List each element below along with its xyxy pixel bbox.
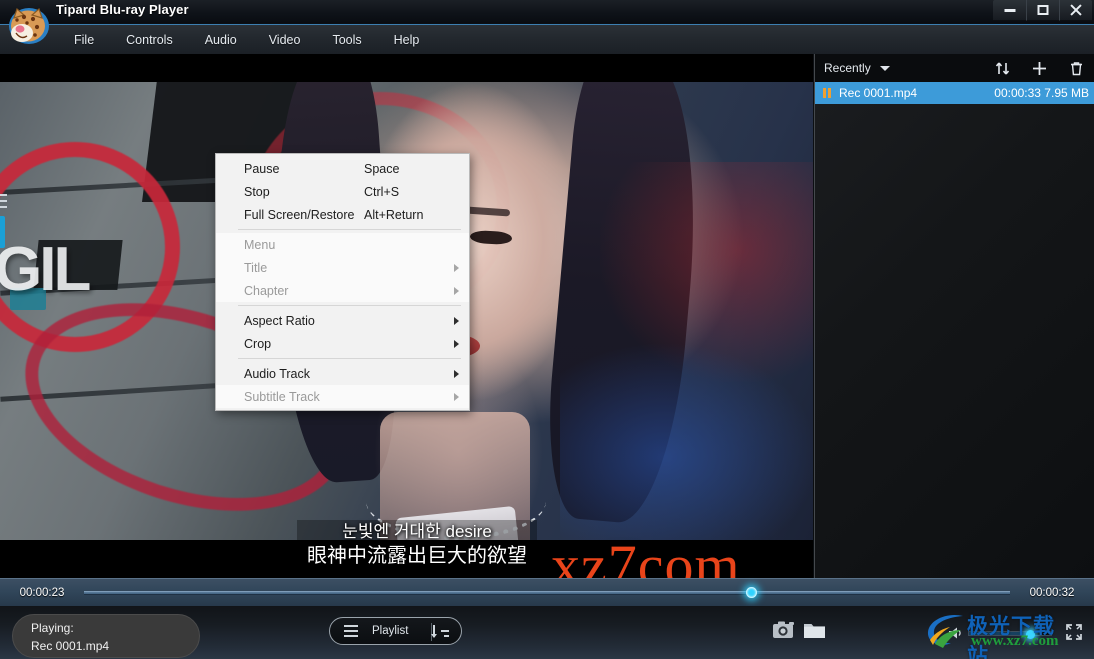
- volume-slider-handle[interactable]: [1025, 630, 1035, 639]
- minimize-icon: [1004, 9, 1015, 12]
- divider: [431, 623, 432, 641]
- expand-icon: [1066, 624, 1082, 640]
- close-button[interactable]: [1059, 0, 1092, 21]
- playlist-row-meta: 00:00:33 7.95 MB: [994, 86, 1089, 100]
- speaker-icon[interactable]: [947, 626, 965, 640]
- maximize-button[interactable]: [1026, 0, 1059, 21]
- chevron-down-icon[interactable]: [879, 65, 890, 71]
- playlist-rows: Rec 0001.mp4 00:00:33 7.95 MB: [815, 82, 1094, 578]
- volume-control[interactable]: [947, 626, 1057, 640]
- context-menu-item-subtitle-track: Subtitle Track: [216, 385, 469, 408]
- context-menu-item-label: Full Screen/Restore: [244, 207, 355, 222]
- seek-slider[interactable]: [84, 579, 1010, 607]
- submenu-arrow-icon: [454, 316, 459, 325]
- context-menu-item-menu: Menu: [216, 233, 469, 256]
- context-menu-item-label: Title: [244, 260, 268, 275]
- list-icon: [344, 625, 358, 637]
- leopard-logo-icon: [9, 7, 49, 44]
- menu-item-help[interactable]: Help: [378, 29, 436, 51]
- subtitle-line-1: 눈빛엔 거대한 desire: [297, 520, 537, 544]
- submenu-arrow-icon: [454, 263, 459, 272]
- context-menu-separator: [238, 358, 461, 359]
- context-menu-item-aspect-ratio[interactable]: Aspect Ratio: [216, 309, 469, 332]
- now-playing-panel: Playing: Rec 0001.mp4: [12, 614, 200, 658]
- context-menu-item-label: Pause: [244, 161, 280, 176]
- menu-item-file[interactable]: File: [58, 29, 110, 51]
- context-menu-item-label: Chapter: [244, 283, 289, 298]
- camera-icon: [773, 621, 794, 638]
- title-bar[interactable]: Tipard Blu-ray Player: [0, 0, 1094, 24]
- context-menu-item-crop[interactable]: Crop: [216, 332, 469, 355]
- playlist-source-label: Recently: [824, 61, 871, 75]
- context-menu-item-accelerator: Ctrl+S: [364, 184, 400, 199]
- menu-item-controls[interactable]: Controls: [110, 29, 189, 51]
- context-menu-item-label: Aspect Ratio: [244, 313, 315, 328]
- submenu-arrow-icon: [454, 392, 459, 401]
- context-menu-item-stop[interactable]: Stop Ctrl+S: [216, 180, 469, 203]
- volume-slider-track[interactable]: [968, 630, 1052, 639]
- open-folder-button[interactable]: [803, 620, 827, 641]
- video-watermark: xz7com: [551, 533, 741, 578]
- snapshot-button[interactable]: [772, 620, 796, 640]
- maximize-icon: [1037, 5, 1049, 15]
- video-decor: GIL: [0, 235, 91, 304]
- add-icon[interactable]: [1031, 60, 1048, 77]
- app-window: Tipard Blu-ray Player File Controls Audi…: [0, 0, 1094, 659]
- seek-track[interactable]: [84, 590, 1010, 595]
- sort-icon[interactable]: [994, 60, 1011, 77]
- now-playing-label: Playing:: [31, 621, 74, 635]
- context-menu-separator: [238, 229, 461, 230]
- window-controls: [993, 0, 1092, 22]
- context-menu-separator: [238, 305, 461, 306]
- playlist-header-actions: [994, 54, 1085, 82]
- fullscreen-button[interactable]: [1064, 622, 1084, 642]
- context-menu-item-full-screen-restore[interactable]: Full Screen/Restore Alt+Return: [216, 203, 469, 226]
- playlist-row-name: Rec 0001.mp4: [839, 86, 918, 100]
- sidebar-handle-lines-icon: [0, 194, 7, 216]
- seek-handle[interactable]: [745, 586, 757, 598]
- seek-bar-area: 00:00:23 00:00:32: [0, 578, 1094, 606]
- video-context-menu: Pause Space Stop Ctrl+S Full Screen/Rest…: [215, 153, 470, 411]
- subtitle-line-2: 眼神中流露出巨大的欲望: [297, 543, 537, 571]
- context-menu-item-chapter: Chapter: [216, 279, 469, 302]
- submenu-arrow-icon: [454, 369, 459, 378]
- context-menu-item-pause[interactable]: Pause Space: [216, 157, 469, 180]
- submenu-arrow-icon: [454, 286, 459, 295]
- trash-icon[interactable]: [1068, 60, 1085, 77]
- window-title: Tipard Blu-ray Player: [56, 2, 189, 17]
- app-logo: [6, 2, 52, 48]
- now-playing-file: Rec 0001.mp4: [31, 639, 110, 653]
- sort-list-icon[interactable]: [431, 625, 449, 638]
- elapsed-time: 00:00:23: [19, 586, 65, 599]
- context-menu-item-label: Subtitle Track: [244, 389, 320, 404]
- left-panel-handle[interactable]: [0, 216, 5, 248]
- context-menu-item-accelerator: Space: [364, 161, 400, 176]
- menu-bar: File Controls Audio Video Tools Help: [0, 24, 1094, 54]
- video-decor: [560, 342, 813, 540]
- playlist-panel: Recently Rec 0001.mp4 00:00:33 7.95 MB: [814, 54, 1094, 578]
- folder-icon: [804, 624, 825, 638]
- context-menu-item-accelerator: Alt+Return: [364, 207, 424, 222]
- menu-item-video[interactable]: Video: [253, 29, 317, 51]
- context-menu-item-label: Stop: [244, 184, 270, 199]
- total-time: 00:00:32: [1029, 586, 1075, 599]
- subtitle-overlay: 눈빛엔 거대한 desire 眼神中流露出巨大的欲望: [297, 520, 537, 571]
- playlist-toggle-button[interactable]: Playlist: [329, 617, 462, 645]
- volume-slider-fill: [969, 632, 1030, 635]
- context-menu-item-label: Menu: [244, 237, 276, 252]
- minimize-button[interactable]: [993, 0, 1026, 21]
- context-menu-item-label: Audio Track: [244, 366, 311, 381]
- playlist-row[interactable]: Rec 0001.mp4 00:00:33 7.95 MB: [815, 82, 1094, 104]
- context-menu-item-title: Title: [216, 256, 469, 279]
- submenu-arrow-icon: [454, 339, 459, 348]
- menu-item-audio[interactable]: Audio: [189, 29, 253, 51]
- playing-pause-indicator-icon: [823, 88, 832, 98]
- menu-item-tools[interactable]: Tools: [316, 29, 377, 51]
- playlist-header: Recently: [815, 54, 1094, 82]
- playlist-button-label: Playlist: [372, 625, 409, 637]
- context-menu-item-audio-track[interactable]: Audio Track: [216, 362, 469, 385]
- transport-bar: Playing: Rec 0001.mp4: [0, 606, 1094, 659]
- context-menu-item-label: Crop: [244, 336, 272, 351]
- close-icon: [1069, 3, 1083, 17]
